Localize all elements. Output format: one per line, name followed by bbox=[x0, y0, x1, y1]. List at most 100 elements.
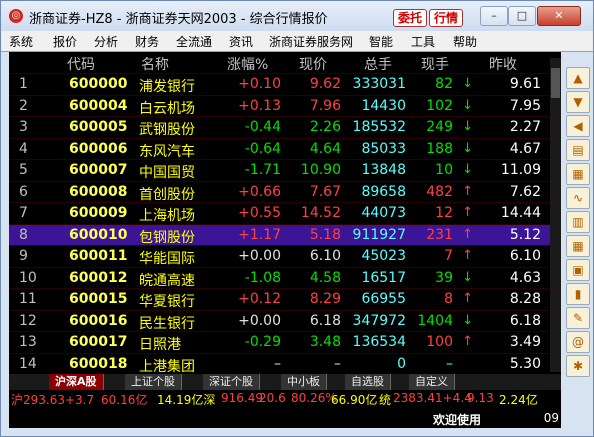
quote-button[interactable]: 行情 bbox=[429, 9, 464, 27]
total-volume: 333031 bbox=[352, 76, 406, 92]
right-toolbar: ▲ ▼ ◀ ▤ ▦ ∿ ▥ ▦ ▣ ▮ ✎ @ ✱ bbox=[562, 59, 592, 379]
row-number: 1 bbox=[19, 76, 28, 92]
close-button[interactable]: ✕ bbox=[537, 6, 581, 26]
change-pct: -1.71 bbox=[244, 162, 281, 178]
col-name[interactable]: 名称 bbox=[141, 54, 169, 74]
table-row[interactable]: 3 600005 武钢股份 -0.44 2.26 185532 249 2.27 ↓ bbox=[9, 116, 561, 138]
maximize-button[interactable]: □ bbox=[508, 6, 536, 26]
table-row[interactable]: 4 600006 东风汽车 -0.64 4.64 85033 188 4.67 ↓ bbox=[9, 137, 561, 160]
current-volume: 231 bbox=[426, 226, 453, 243]
current-price: 14.52 bbox=[300, 205, 341, 221]
arrow-down-icon: ↓ bbox=[462, 140, 473, 156]
table-row[interactable]: 11 600015 华夏银行 +0.12 8.29 66955 8 8.28 ↑ bbox=[9, 288, 561, 310]
ticker-tong: 2383.41+4.4 bbox=[393, 391, 472, 405]
table-row[interactable]: 7 600009 上海机场 +0.55 14.52 44073 12 14.44 ↑ bbox=[9, 202, 561, 224]
menu-help[interactable]: 帮助 bbox=[453, 33, 477, 50]
total-volume: 44073 bbox=[361, 205, 406, 221]
prev-close: 7.95 bbox=[509, 97, 541, 114]
total-volume: 185532 bbox=[352, 119, 406, 135]
table-row[interactable]: 12 600016 民生银行 +0.00 6.18 347972 1404 6.18 ↓ bbox=[9, 309, 561, 332]
table-row[interactable]: 6 600008 首创股份 +0.66 7.67 89658 482 7.62 ↑ bbox=[9, 180, 561, 203]
col-prev-close[interactable]: 昨收 bbox=[489, 54, 517, 74]
tab-hushen-a[interactable]: 沪深A股 bbox=[49, 374, 104, 390]
tab-custom[interactable]: 自定义 bbox=[409, 374, 455, 390]
welcome-text: 欢迎使用 bbox=[432, 413, 481, 427]
change-pct: -0.44 bbox=[244, 119, 281, 135]
table-row[interactable]: 10 600012 皖通高速 -1.08 4.58 16517 39 4.63 ↓ bbox=[9, 266, 561, 289]
index-ticker: 沪293.63+3.7 60.16亿 14.19亿深 916.49 20.6 8… bbox=[9, 390, 561, 408]
tab-shenzhen[interactable]: 深证个股 bbox=[203, 374, 260, 390]
stock-name: 上海机场 bbox=[139, 208, 195, 224]
quote-table[interactable]: 代码 名称 涨幅% 现价 总手 现手 昨收 1 600000 浦发银行 +0.10 9.… bbox=[9, 52, 561, 374]
prev-close: 6.10 bbox=[509, 248, 541, 264]
col-code[interactable]: 代码 bbox=[67, 54, 95, 74]
row-number: 14 bbox=[19, 355, 37, 372]
stock-name: 华能国际 bbox=[139, 251, 195, 267]
prev-close: 5.12 bbox=[509, 226, 541, 243]
menu-smart[interactable]: 智能 bbox=[369, 33, 393, 50]
row-number: 4 bbox=[19, 140, 28, 157]
arrow-up-icon: ↑ bbox=[462, 183, 473, 199]
table-row[interactable]: 9 600011 华能国际 +0.00 6.10 45023 7 6.10 ↑ bbox=[9, 245, 561, 267]
ticker-sh-volume: 60.16亿 bbox=[101, 393, 148, 407]
total-volume: 45023 bbox=[361, 248, 406, 264]
menu-full-circulation[interactable]: 全流通 bbox=[176, 33, 212, 50]
row-number: 5 bbox=[19, 162, 28, 178]
ticker-tong-volume: 2.24亿 bbox=[499, 393, 538, 407]
table-row[interactable]: 14 600018 上港集团 – – 0 – 5.30 bbox=[9, 352, 561, 374]
tab-sme-board[interactable]: 中小板 bbox=[281, 374, 327, 390]
current-price: 6.10 bbox=[309, 248, 341, 264]
stock-code: 600017 bbox=[69, 334, 128, 350]
menu-finance[interactable]: 财务 bbox=[135, 33, 159, 50]
arrow-up-icon[interactable]: ▲ bbox=[566, 67, 590, 89]
col-price[interactable]: 现价 bbox=[299, 54, 327, 74]
link-icon[interactable]: @ bbox=[566, 331, 590, 353]
arrow-left-icon[interactable]: ◀ bbox=[566, 115, 590, 137]
menu-system[interactable]: 系统 bbox=[9, 33, 33, 50]
change-pct: +0.10 bbox=[238, 76, 281, 92]
app-window: ◎ 浙商证券-HZ8 - 浙商证券天网2003 - 综合行情报价 委托 行情 –… bbox=[0, 0, 594, 437]
arrow-down-icon: ↓ bbox=[462, 312, 473, 328]
current-price: 3.48 bbox=[309, 334, 341, 350]
scroll-thumb[interactable] bbox=[551, 68, 560, 98]
prev-close: 4.63 bbox=[509, 269, 541, 286]
edit-icon[interactable]: ✎ bbox=[566, 307, 590, 329]
prev-close: 6.18 bbox=[509, 312, 541, 329]
bar-chart-icon[interactable]: ▮ bbox=[566, 283, 590, 305]
arrow-down-icon[interactable]: ▼ bbox=[566, 91, 590, 113]
change-pct: +1.17 bbox=[238, 226, 281, 243]
menu-news[interactable]: 资讯 bbox=[229, 33, 253, 50]
table-row[interactable]: 5 600007 中国国贸 -1.71 10.90 13848 10 11.09 ↓ bbox=[9, 159, 561, 181]
table-row[interactable]: 13 600017 日照港 -0.29 3.48 136534 100 3.49 ↑ bbox=[9, 331, 561, 353]
menu-service-net[interactable]: 浙商证券服务网 bbox=[269, 33, 353, 50]
table-row[interactable]: 2 600004 白云机场 +0.13 7.96 14430 102 7.95 ↓ bbox=[9, 94, 561, 117]
tab-shanghai[interactable]: 上证个股 bbox=[125, 374, 182, 390]
table-icon[interactable]: ▦ bbox=[566, 163, 590, 185]
change-pct: -1.08 bbox=[244, 269, 281, 286]
current-price: 2.26 bbox=[309, 119, 341, 135]
menu-tools[interactable]: 工具 bbox=[411, 33, 435, 50]
tools-icon[interactable]: ✱ bbox=[566, 355, 590, 377]
arrow-up-icon: ↑ bbox=[462, 248, 473, 263]
current-volume: – bbox=[446, 355, 453, 372]
grid-icon[interactable]: ▦ bbox=[566, 235, 590, 257]
col-volume[interactable]: 总手 bbox=[364, 54, 392, 74]
col-current-volume[interactable]: 现手 bbox=[421, 54, 449, 74]
table-row[interactable]: 8 600010 包钢股份 +1.17 5.18 911927 231 5.12 ↑ bbox=[9, 223, 561, 246]
menu-quote[interactable]: 报价 bbox=[53, 33, 77, 50]
total-volume: 14430 bbox=[361, 97, 406, 114]
report-icon[interactable]: ▤ bbox=[566, 139, 590, 161]
col-change[interactable]: 涨幅% bbox=[227, 54, 268, 74]
current-price: 8.29 bbox=[309, 291, 341, 307]
row-number: 3 bbox=[19, 119, 28, 135]
calendar-icon[interactable]: ▣ bbox=[566, 259, 590, 281]
tab-favorites[interactable]: 自选股 bbox=[345, 374, 391, 390]
change-pct: -0.29 bbox=[244, 334, 281, 350]
minimize-button[interactable]: – bbox=[480, 6, 508, 26]
vertical-scrollbar[interactable] bbox=[550, 58, 561, 372]
entrust-button[interactable]: 委托 bbox=[393, 9, 428, 27]
menu-analysis[interactable]: 分析 bbox=[94, 33, 118, 50]
table-row[interactable]: 1 600000 浦发银行 +0.10 9.62 333031 82 9.61 ↓ bbox=[9, 73, 561, 95]
document-icon[interactable]: ▥ bbox=[566, 211, 590, 233]
line-chart-icon[interactable]: ∿ bbox=[566, 187, 590, 209]
